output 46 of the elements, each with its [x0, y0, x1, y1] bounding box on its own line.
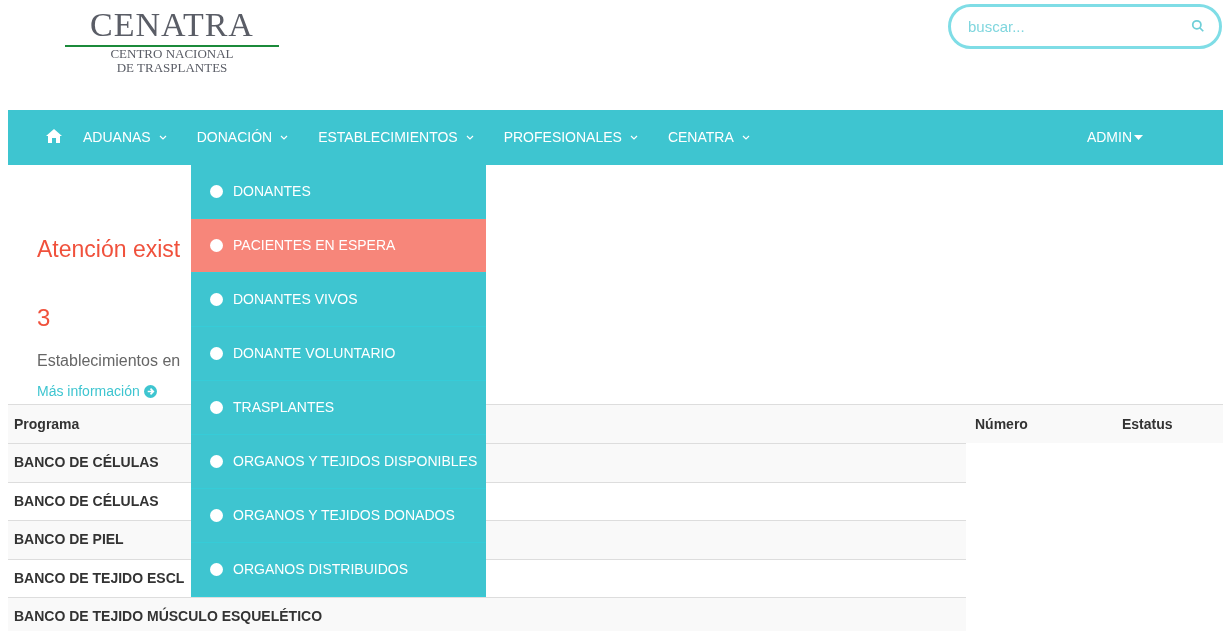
dropdown-item[interactable]: ORGANOS Y TEJIDOS DONADOS	[191, 489, 486, 543]
bullet-icon	[210, 347, 223, 360]
stat-value: 3	[37, 304, 51, 332]
alert-text: Atención exist	[37, 236, 181, 262]
table-cell-text: BANCO DE TEJIDO MÚSCULO ESQUELÉTICO	[14, 606, 323, 627]
bullet-icon	[210, 563, 223, 576]
table-cell-text: BANCO DE CÉLULAS	[14, 453, 159, 473]
chevron-icon	[629, 135, 638, 140]
dropdown-item[interactable]: DONANTE VOLUNTARIO	[191, 327, 486, 381]
stat-label: Establecimientos en	[37, 351, 181, 371]
logo-subtitle: DE TRASPLANTES	[116, 61, 228, 75]
home-icon[interactable]	[46, 128, 62, 143]
column-header: Número	[974, 414, 1029, 434]
bullet-icon	[210, 401, 223, 414]
table-cell-text: BANCO DE CÉLULAS	[14, 491, 159, 511]
dropdown-item[interactable]: PACIENTES EN ESPERA	[191, 219, 486, 273]
column-header: Programa	[13, 414, 81, 434]
logo-subtitle: CENTRO NACIONAL	[110, 47, 234, 61]
chevron-icon	[280, 135, 289, 140]
table-cell-text: BANCO DE TEJIDO ESCL	[14, 568, 185, 588]
dropdown-item[interactable]: ORGANOS Y TEJIDOS DISPONIBLES	[191, 435, 486, 489]
search-field[interactable]: buscar...	[948, 4, 1222, 49]
table-cell-text: BANCO DE PIEL	[14, 530, 124, 550]
search-icon[interactable]	[1191, 19, 1205, 33]
chevron-icon	[465, 135, 474, 140]
bullet-icon	[210, 509, 223, 522]
nav-menu-item[interactable]: CENATRA	[667, 110, 750, 165]
caret-icon	[1134, 135, 1143, 140]
user-menu[interactable]: ADMIN	[1086, 127, 1143, 148]
column-header: Estatus	[1121, 414, 1173, 434]
bullet-icon	[210, 185, 223, 198]
nav-menu-item[interactable]: PROFESIONALES	[503, 110, 638, 165]
nav-menu-item[interactable]: DONACIÓN	[196, 110, 289, 165]
logo-title: CENATRA	[90, 6, 254, 44]
dropdown-item[interactable]: DONANTES VIVOS	[191, 273, 486, 327]
nav-menu-item[interactable]: ADUANAS	[83, 110, 167, 165]
arrow-circle-icon	[143, 384, 157, 398]
dropdown-item[interactable]: ORGANOS DISTRIBUIDOS	[191, 543, 486, 597]
chevron-icon	[741, 135, 750, 140]
bullet-icon	[210, 455, 223, 468]
more-info-link[interactable]: Más información	[37, 382, 157, 400]
bullet-icon	[210, 293, 223, 306]
bullet-icon	[210, 239, 223, 252]
chevron-icon	[158, 135, 167, 140]
dropdown-item[interactable]: TRASPLANTES	[191, 381, 486, 435]
nav-menu-item[interactable]: ESTABLECIMIENTOS	[318, 110, 474, 165]
